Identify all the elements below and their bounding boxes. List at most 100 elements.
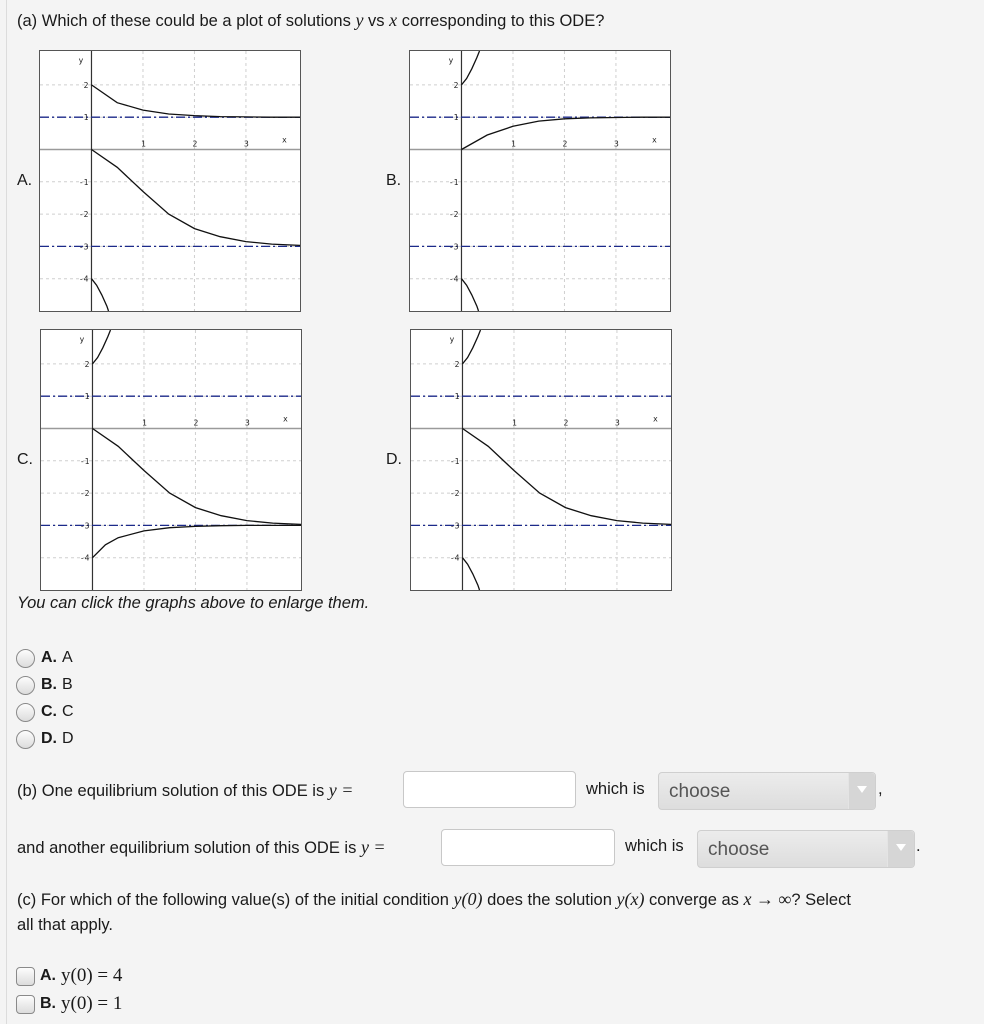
plot-svg: 1 2 3 2 1 -1 -2 -3 -4 x y bbox=[410, 51, 670, 311]
y-tick-label: -2 bbox=[449, 210, 459, 219]
y-tick-label: -1 bbox=[79, 178, 89, 187]
x-tick-label: 1 bbox=[511, 140, 516, 149]
y-tick-label: -4 bbox=[450, 554, 460, 563]
option-text: D bbox=[62, 730, 74, 747]
comma: , bbox=[878, 780, 883, 798]
option-letter: A. bbox=[40, 967, 56, 984]
part-a-question: (a) Which of these could be a plot of so… bbox=[17, 9, 604, 32]
x-axis-label: x bbox=[652, 136, 657, 145]
option-a-radio[interactable] bbox=[16, 648, 35, 668]
plot-label-b: B. bbox=[386, 172, 402, 189]
option-letter: B. bbox=[40, 995, 56, 1012]
option-letter: B. bbox=[41, 676, 57, 693]
period: . bbox=[916, 837, 921, 855]
math-y-equals: y = bbox=[360, 837, 386, 857]
option-c-radio[interactable] bbox=[16, 702, 35, 722]
math-yx: y(x) bbox=[616, 889, 645, 909]
y-tick-label: -1 bbox=[449, 178, 459, 187]
y-tick-label: 2 bbox=[84, 81, 89, 90]
content-frame-border bbox=[6, 0, 7, 1024]
equilibrium-1-input[interactable] bbox=[403, 771, 576, 808]
y-tick-label: 1 bbox=[85, 392, 90, 401]
solution-curve bbox=[90, 278, 110, 311]
y-tick-label: -4 bbox=[449, 275, 459, 284]
enlarge-hint: You can click the graphs above to enlarg… bbox=[17, 594, 370, 612]
plot-label-d: D. bbox=[386, 451, 402, 468]
x-tick-label: 1 bbox=[512, 419, 517, 428]
plot-d[interactable]: 1 2 3 2 1 -1 -2 -3 -4 x y bbox=[410, 329, 672, 591]
plot-label-c: C. bbox=[17, 451, 33, 468]
y-tick-label: 1 bbox=[455, 392, 460, 401]
x-tick-label: 3 bbox=[244, 140, 249, 149]
part-a-text: corresponding to this ODE? bbox=[397, 12, 605, 30]
y-tick-label: -1 bbox=[80, 457, 90, 466]
solution-curve bbox=[91, 330, 112, 365]
which-is-label-1: which is bbox=[586, 780, 645, 798]
option-b-row[interactable]: B. B bbox=[16, 674, 73, 696]
x-tick-label: 2 bbox=[562, 140, 567, 149]
x-tick-label: 1 bbox=[141, 140, 146, 149]
y-tick-label: 1 bbox=[454, 113, 459, 122]
ic-option-b-checkbox[interactable] bbox=[16, 994, 35, 1014]
option-b-radio[interactable] bbox=[16, 675, 35, 695]
option-letter: D. bbox=[41, 730, 57, 747]
math-x: x bbox=[389, 10, 398, 30]
part-a-text: vs bbox=[363, 12, 390, 30]
which-is-label-2: which is bbox=[625, 837, 684, 855]
option-d-radio[interactable] bbox=[16, 729, 35, 749]
option-c-row[interactable]: C. C bbox=[16, 701, 74, 723]
plot-b[interactable]: 1 2 3 2 1 -1 -2 -3 -4 x y bbox=[409, 50, 671, 312]
x-tick-label: 2 bbox=[193, 419, 198, 428]
solution-curve bbox=[91, 84, 300, 118]
solution-curve bbox=[92, 524, 301, 559]
y-tick-label: -4 bbox=[79, 275, 89, 284]
x-tick-label: 3 bbox=[245, 419, 250, 428]
part-c-question: (c) For which of the following value(s) … bbox=[17, 888, 982, 911]
part-b-text: (b) One equilibrium solution of this ODE… bbox=[17, 782, 329, 800]
x-tick-label: 2 bbox=[563, 419, 568, 428]
plot-c[interactable]: 1 2 3 2 1 -1 -2 -3 -4 x y bbox=[40, 329, 302, 591]
part-c-text: does the solution bbox=[482, 891, 617, 909]
x-axis-label: x bbox=[653, 415, 658, 424]
option-a-row[interactable]: A. A bbox=[16, 647, 73, 669]
y-tick-label: -3 bbox=[449, 242, 459, 251]
solution-curve bbox=[460, 278, 480, 311]
solution-curve bbox=[460, 51, 481, 86]
solution-curve bbox=[91, 148, 300, 247]
plot-a[interactable]: 1 2 3 2 1 -1 -2 -3 -4 x y bbox=[39, 50, 301, 312]
plot-svg: 1 2 3 2 1 -1 -2 -3 -4 x y bbox=[41, 330, 301, 590]
ic-option-b-row[interactable]: B. y(0) = 1 bbox=[16, 993, 122, 1015]
part-c-question-line2: all that apply. bbox=[17, 916, 114, 934]
x-tick-label: 3 bbox=[615, 419, 620, 428]
part-c-text: (c) For which of the following value(s) … bbox=[17, 891, 454, 909]
y-tick-label: -2 bbox=[80, 489, 90, 498]
y-tick-label: -3 bbox=[80, 521, 90, 530]
option-letter: A. bbox=[41, 649, 57, 666]
option-d-row[interactable]: D. D bbox=[16, 728, 74, 750]
option-text: A bbox=[62, 649, 73, 666]
part-a-text: (a) Which of these could be a plot of so… bbox=[17, 12, 356, 30]
equilibrium-2-input[interactable] bbox=[441, 829, 615, 866]
y-tick-label: -3 bbox=[79, 242, 89, 251]
plot-svg: 1 2 3 2 1 -1 -2 -3 -4 x y bbox=[411, 330, 671, 590]
chevron-down-icon bbox=[887, 831, 914, 867]
option-text: B bbox=[62, 676, 73, 693]
part-c-text: converge as bbox=[644, 891, 744, 909]
plot-label-a: A. bbox=[17, 172, 33, 189]
equilibrium-2-stability-select[interactable]: choose bbox=[697, 830, 915, 868]
ic-option-a-checkbox[interactable] bbox=[16, 966, 35, 986]
y-tick-label: -4 bbox=[80, 554, 90, 563]
chevron-down-icon bbox=[848, 773, 875, 809]
math-y0: y(0) bbox=[453, 889, 483, 909]
solution-curve bbox=[461, 557, 481, 590]
y-tick-label: 2 bbox=[85, 360, 90, 369]
ic-option-a-row[interactable]: A. y(0) = 4 bbox=[16, 965, 122, 987]
y-axis-label: y bbox=[448, 56, 453, 65]
y-axis-label: y bbox=[78, 56, 83, 65]
solution-curve bbox=[462, 427, 671, 526]
part-b-line2: and another equilibrium solution of this… bbox=[17, 836, 386, 859]
math-limit: x → ∞ bbox=[743, 889, 792, 909]
select-value: choose bbox=[708, 839, 770, 860]
equilibrium-1-stability-select[interactable]: choose bbox=[658, 772, 876, 810]
y-tick-label: -2 bbox=[79, 210, 89, 219]
